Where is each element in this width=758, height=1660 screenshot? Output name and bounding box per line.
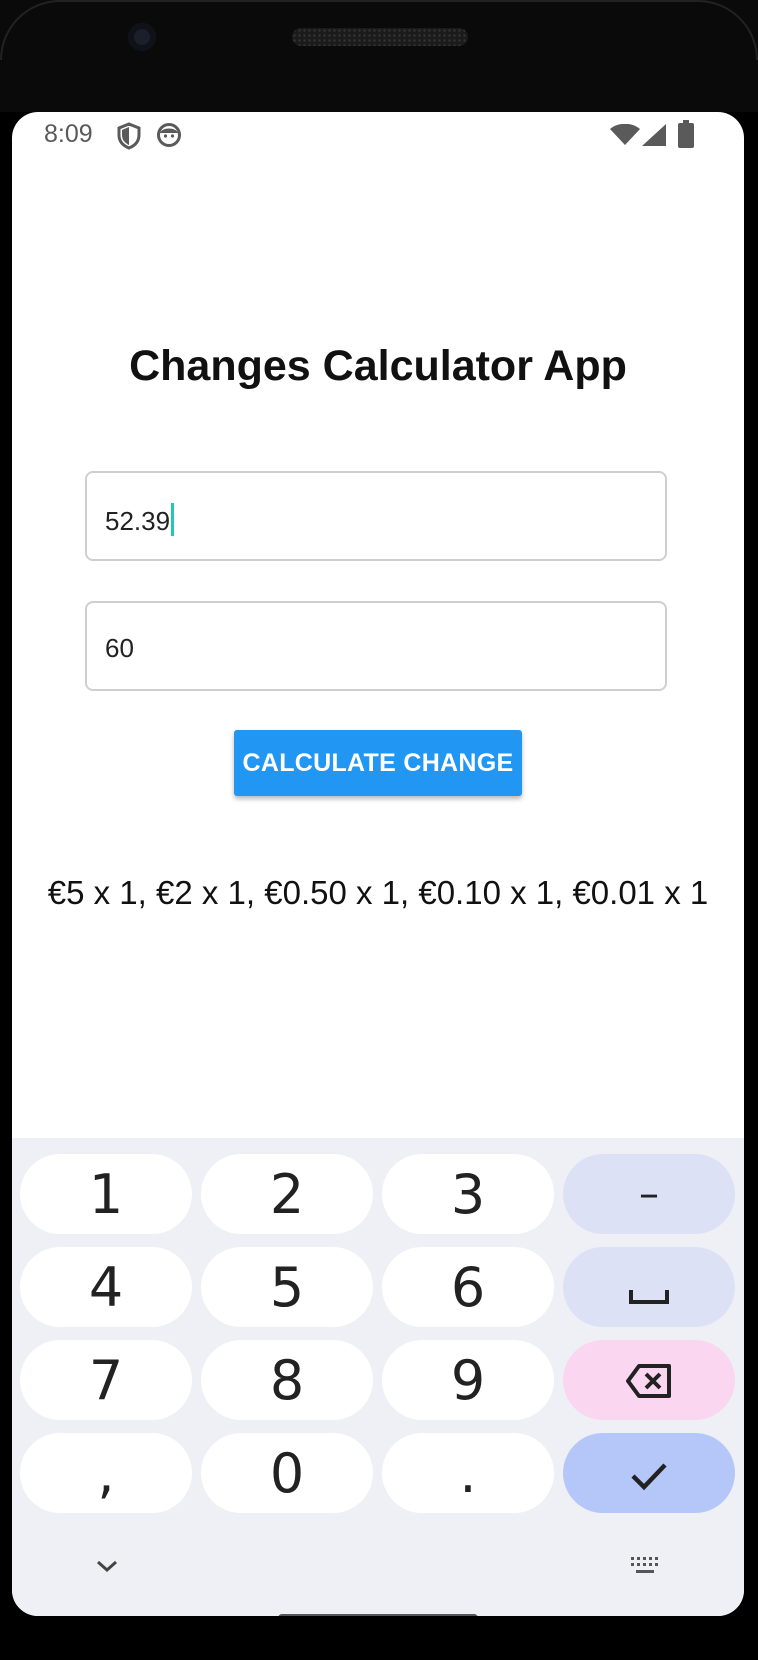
key-9[interactable]: 9	[382, 1340, 554, 1420]
backspace-icon	[625, 1349, 673, 1412]
keyboard-icon[interactable]	[630, 1556, 660, 1581]
signal-icon	[642, 124, 666, 151]
app-title: Changes Calculator App	[129, 342, 627, 390]
earpiece-speaker	[292, 28, 468, 46]
key-space[interactable]	[563, 1247, 735, 1327]
space-icon	[629, 1256, 669, 1319]
battery-icon	[678, 120, 694, 153]
device-bezel	[0, 0, 758, 112]
calculate-change-button[interactable]: CALCULATE CHANGE	[234, 730, 522, 796]
key-6[interactable]: 6	[382, 1247, 554, 1327]
phone-screen: 8:09 Changes Calculator App 52.39 60 CAL…	[12, 112, 744, 1616]
key-1[interactable]: 1	[20, 1154, 192, 1234]
text-cursor	[171, 503, 175, 536]
price-input-value: 52.39	[105, 503, 175, 537]
paid-input[interactable]: 60	[85, 601, 667, 691]
wifi-icon	[610, 123, 640, 151]
key-8[interactable]: 8	[201, 1340, 373, 1420]
numeric-keyboard: 1 2 3 – 4 5 6 7 8 9 , 0 .	[12, 1138, 744, 1616]
key-7[interactable]: 7	[20, 1340, 192, 1420]
paid-input-value: 60	[105, 633, 134, 663]
key-3[interactable]: 3	[382, 1154, 554, 1234]
key-2[interactable]: 2	[201, 1154, 373, 1234]
front-camera	[128, 23, 156, 51]
price-input[interactable]: 52.39	[85, 471, 667, 561]
status-time: 8:09	[44, 120, 93, 148]
key-comma[interactable]: ,	[20, 1433, 192, 1513]
shield-icon	[116, 122, 142, 155]
key-minus[interactable]: –	[563, 1154, 735, 1234]
key-done[interactable]	[563, 1433, 735, 1513]
change-result-text: €5 x 1, €2 x 1, €0.50 x 1, €0.10 x 1, €0…	[47, 874, 709, 911]
key-4[interactable]: 4	[20, 1247, 192, 1327]
face-icon	[156, 122, 182, 153]
key-backspace[interactable]	[563, 1340, 735, 1420]
status-bar: 8:09	[12, 112, 744, 158]
check-icon	[629, 1442, 669, 1505]
home-gesture-bar[interactable]	[278, 1614, 478, 1616]
key-period[interactable]: .	[382, 1433, 554, 1513]
chevron-down-icon[interactable]	[94, 1558, 120, 1579]
key-0[interactable]: 0	[201, 1433, 373, 1513]
key-5[interactable]: 5	[201, 1247, 373, 1327]
